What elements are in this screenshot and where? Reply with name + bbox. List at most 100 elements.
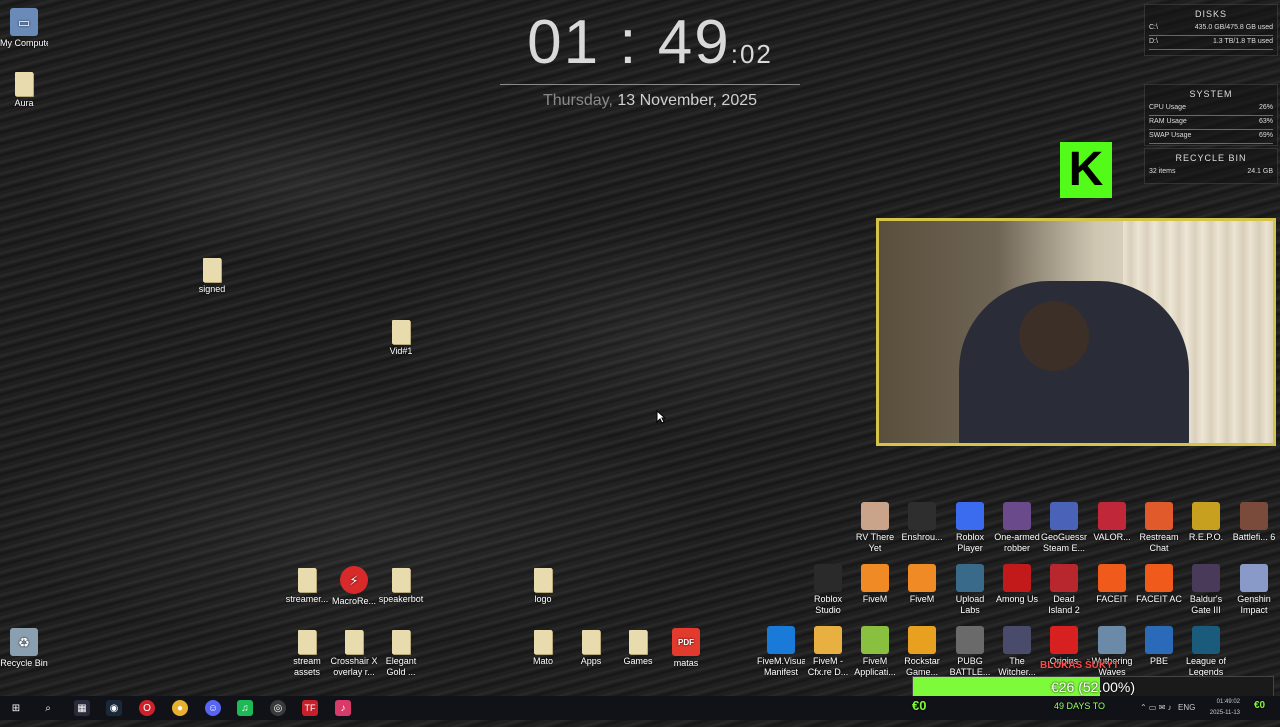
desktop-icon-games[interactable]: Games bbox=[614, 628, 662, 667]
discord-icon[interactable]: ☺ bbox=[205, 700, 221, 716]
clock-weekday: Thursday, bbox=[542, 92, 613, 109]
desktop-app-icon[interactable]: FiveM Applicati... bbox=[851, 626, 899, 678]
app-icon bbox=[861, 564, 889, 592]
tf-icon[interactable]: TF bbox=[302, 700, 318, 716]
steam-icon[interactable]: ◉ bbox=[106, 700, 122, 716]
desktop-icon-mato[interactable]: Mato bbox=[519, 628, 567, 667]
desktop-app-icon[interactable]: VALOR... bbox=[1088, 502, 1136, 554]
macro-icon: ⚡ bbox=[340, 566, 368, 594]
app-icon bbox=[1050, 502, 1078, 530]
desktop-app-icon[interactable]: Restream Chat bbox=[1135, 502, 1183, 554]
desktop-app-icon[interactable]: Rockstar Game... bbox=[898, 626, 946, 678]
disks-widget: DISKS C:\ 435.0 GB/475.8 GB used D:\ 1.3 T… bbox=[1144, 4, 1278, 56]
desktop-icon-speakerbot[interactable]: speakerbot bbox=[377, 566, 425, 605]
app-icon bbox=[956, 502, 984, 530]
desktop-app-icon[interactable]: One-armed robber bbox=[993, 502, 1041, 554]
recycle-bin-widget: RECYCLE BIN 32 items 24.1 GB bbox=[1144, 148, 1278, 184]
folder-icon bbox=[203, 258, 221, 282]
tray-clock[interactable]: 01:49:02 2025-11-13 bbox=[1196, 697, 1240, 721]
app-icon bbox=[1240, 564, 1268, 592]
app-icon bbox=[767, 626, 795, 654]
desktop-icon-recycle-bin[interactable]: ♻ Recycle Bin bbox=[0, 628, 48, 669]
desktop-app-icon[interactable]: R.E.P.O. bbox=[1182, 502, 1230, 554]
spotify-icon[interactable]: ♫ bbox=[237, 700, 253, 716]
mouse-cursor-icon bbox=[656, 410, 666, 424]
task-view-icon[interactable]: ▦ bbox=[74, 700, 90, 716]
disk-row: D:\ 1.3 TB/1.8 TB used bbox=[1149, 36, 1273, 50]
app-icon bbox=[814, 626, 842, 654]
opera-icon[interactable]: O bbox=[139, 700, 155, 716]
desktop-icon-apps[interactable]: Apps bbox=[567, 628, 615, 667]
folder-icon bbox=[345, 630, 363, 654]
desktop-app-icon[interactable]: League of Legends bbox=[1182, 626, 1230, 678]
desktop-app-icon[interactable]: FACEIT AC bbox=[1135, 564, 1183, 616]
desktop-icon-matas[interactable]: PDF matas bbox=[662, 628, 710, 669]
pdf-icon: PDF bbox=[672, 628, 700, 656]
tiktok-icon[interactable]: ♪ bbox=[335, 700, 351, 716]
folder-icon bbox=[392, 320, 410, 344]
computer-icon: ▭ bbox=[10, 8, 38, 36]
desktop-app-icon[interactable]: Roblox Player bbox=[946, 502, 994, 554]
app-icon bbox=[908, 502, 936, 530]
goal-progress-bar: €26 (52.00%) bbox=[912, 676, 1274, 698]
desktop-app-icon[interactable]: Upload Labs bbox=[946, 564, 994, 616]
clock-date: 13 November, 2025 bbox=[617, 92, 758, 109]
app-icon bbox=[1145, 626, 1173, 654]
clock-time: 01 : 49 bbox=[527, 8, 731, 77]
app-icon bbox=[956, 626, 984, 654]
recycle-bin-icon: ♻ bbox=[10, 628, 38, 656]
folder-icon bbox=[298, 630, 316, 654]
folder-icon bbox=[582, 630, 600, 654]
desktop-icon-elegant-gold[interactable]: Elegant Gold ... bbox=[377, 628, 425, 678]
goal-amount: €26 (52.00%) bbox=[1050, 679, 1136, 695]
desktop-app-icon[interactable]: Among Us bbox=[993, 564, 1041, 616]
desktop-app-icon[interactable]: FiveM - Cfx.re D... bbox=[804, 626, 852, 678]
desktop-app-icon[interactable]: FiveM bbox=[898, 564, 946, 616]
desktop-icon-vid1[interactable]: Vid#1 bbox=[377, 318, 425, 357]
desktop-app-icon[interactable]: FiveM.VisualElements Manifest bbox=[757, 626, 805, 678]
app-icon bbox=[1003, 502, 1031, 530]
windows-start-icon[interactable]: ⊞ bbox=[8, 700, 24, 716]
desktop-app-icon[interactable]: The Witcher... bbox=[993, 626, 1041, 678]
recycle-title: RECYCLE BIN bbox=[1175, 153, 1247, 163]
desktop-app-icon[interactable]: PBE bbox=[1135, 626, 1183, 678]
desktop-icon-my-computer[interactable]: ▭ My Computer bbox=[0, 8, 48, 49]
app-icon bbox=[814, 564, 842, 592]
system-row: SWAP Usage 69% bbox=[1149, 130, 1273, 144]
desktop-icon-streamer[interactable]: streamer... bbox=[283, 566, 331, 605]
desktop-icon-aura[interactable]: Aura bbox=[0, 70, 48, 109]
desktop-app-icon[interactable]: Roblox Studio bbox=[804, 564, 852, 616]
desktop-app-icon[interactable]: GeoGuessr Steam E... bbox=[1040, 502, 1088, 554]
desktop-app-icon[interactable]: FACEIT bbox=[1088, 564, 1136, 616]
app-icon bbox=[908, 564, 936, 592]
desktop-app-icon[interactable]: PUBG BATTLE... bbox=[946, 626, 994, 678]
app-icon bbox=[1050, 564, 1078, 592]
app-icon bbox=[1145, 502, 1173, 530]
system-widget: SYSTEM CPU Usage 26% RAM Usage 63% SWAP Us… bbox=[1144, 84, 1278, 146]
desktop-app-icon[interactable]: Enshrou... bbox=[898, 502, 946, 554]
tray-icons[interactable]: ⌃ ▭ ✉ ♪ bbox=[1140, 703, 1172, 727]
desktop-app-icon[interactable]: RV There Yet bbox=[851, 502, 899, 554]
desktop-icon-macrorecorder[interactable]: ⚡ MacroRe... bbox=[330, 566, 378, 607]
chrome-icon[interactable]: ● bbox=[172, 700, 188, 716]
desktop-icon-crosshair[interactable]: Crosshair X overlay r... bbox=[330, 628, 378, 678]
folder-icon bbox=[392, 630, 410, 654]
desktop-app-icon[interactable]: Battlefi... 6 bbox=[1230, 502, 1278, 554]
obs-icon[interactable]: ◎ bbox=[270, 700, 286, 716]
euro-right-counter: €0 bbox=[1254, 700, 1266, 711]
app-icon bbox=[956, 564, 984, 592]
desktop-app-icon[interactable]: Genshin Impact bbox=[1230, 564, 1278, 616]
app-icon bbox=[908, 626, 936, 654]
folder-icon bbox=[534, 568, 552, 592]
desktop-app-icon[interactable]: Dead Island 2 bbox=[1040, 564, 1088, 616]
clock-seconds: :02 bbox=[730, 39, 773, 69]
desktop-icon-logo[interactable]: logo bbox=[519, 566, 567, 605]
desktop-icon-signed[interactable]: signed bbox=[188, 256, 236, 295]
goal-title: BLOKAS ŠUKYT bbox=[1040, 660, 1119, 671]
desktop-icon-stream-assets[interactable]: stream assets bbox=[283, 628, 331, 678]
desktop-app-icon[interactable]: Baldur's Gate III bbox=[1182, 564, 1230, 616]
disks-title: DISKS bbox=[1194, 9, 1227, 19]
desktop-app-icon[interactable]: FiveM bbox=[851, 564, 899, 616]
search-icon[interactable]: ⌕ bbox=[40, 700, 56, 716]
language-indicator[interactable]: ENG bbox=[1178, 703, 1195, 727]
